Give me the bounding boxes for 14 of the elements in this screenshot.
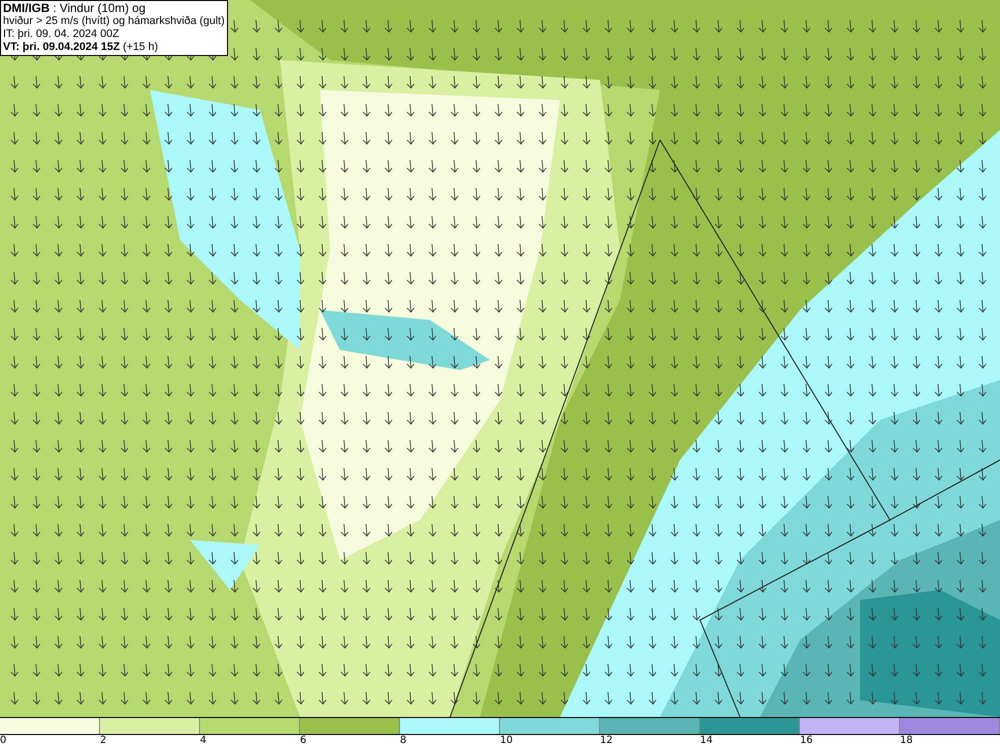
legend-tick-label: 18 xyxy=(900,735,913,747)
legend-tick-label: 10 xyxy=(500,735,513,747)
title-line: IT: þri. 09. 04. 2024 00Z xyxy=(3,28,120,41)
title-line: hviður > 25 m/s (hvítt) og hámarkshviða (gult) xyxy=(3,15,225,28)
title-line: DMI/IGB : Vindur (10m) og xyxy=(3,2,146,15)
legend-tick-label: 4 xyxy=(200,735,206,747)
legend-tick-label: 6 xyxy=(300,735,306,747)
title-line: VT: þri. 09.04.2024 15Z (+15 h) xyxy=(3,41,158,54)
legend-tick-label: 8 xyxy=(400,735,406,747)
legend-tick-label: 14 xyxy=(700,735,713,747)
legend-tick-label: 12 xyxy=(600,735,613,747)
legend-tick-label: 0 xyxy=(0,735,6,747)
legend-tick-label: 2 xyxy=(100,735,106,747)
legend-tick-label: 16 xyxy=(800,735,813,747)
